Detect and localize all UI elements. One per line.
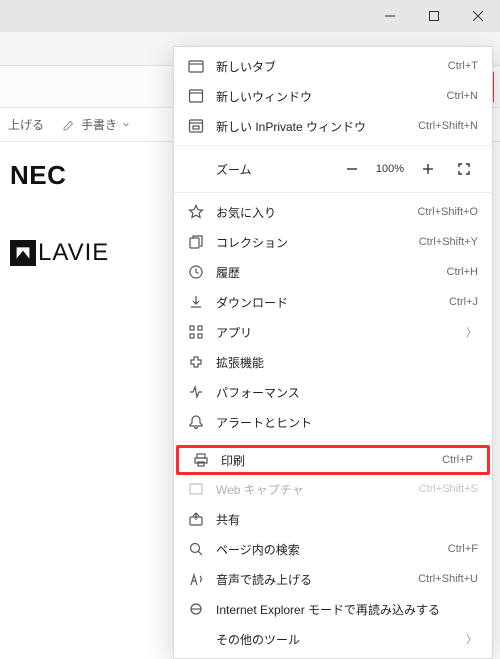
menu-label: アラートとヒント (216, 414, 478, 431)
menu-print[interactable]: 印刷 Ctrl+P (176, 445, 490, 475)
menu-new-inprivate[interactable]: 新しい InPrivate ウィンドウ Ctrl+Shift+N (174, 111, 492, 141)
menu-shortcut: Ctrl+Shift+S (419, 483, 478, 495)
menu-ie-mode[interactable]: Internet Explorer モードで再読み込みする (174, 594, 492, 624)
menu-label: 拡張機能 (216, 354, 478, 371)
print-icon (193, 452, 209, 468)
chevron-right-icon: 〉 (466, 631, 478, 647)
window-titlebar (0, 0, 500, 32)
menu-history[interactable]: 履歴 Ctrl+H (174, 257, 492, 287)
nec-logo: NEC (10, 160, 109, 191)
window-minimize-button[interactable] (368, 0, 412, 32)
settings-menu: 新しいタブ Ctrl+T 新しいウィンドウ Ctrl+N 新しい InPriva… (173, 46, 493, 659)
bell-icon (188, 414, 204, 430)
menu-label: その他のツール (216, 631, 454, 648)
menu-separator (174, 441, 492, 442)
fullscreen-button[interactable] (450, 155, 478, 183)
menu-shortcut: Ctrl+J (449, 296, 478, 308)
menu-downloads[interactable]: ダウンロード Ctrl+J (174, 287, 492, 317)
read-aloud-icon (188, 571, 204, 587)
menu-label: 共有 (216, 511, 478, 528)
menu-shortcut: Ctrl+Shift+O (417, 206, 478, 218)
web-capture-icon (188, 481, 204, 497)
menu-share[interactable]: 共有 (174, 504, 492, 534)
zoom-value: 100% (374, 163, 406, 175)
chevron-right-icon: 〉 (466, 324, 478, 340)
download-icon (188, 294, 204, 310)
zoom-out-button[interactable] (338, 155, 366, 183)
menu-shortcut: Ctrl+Shift+N (418, 120, 478, 132)
menu-label: コレクション (216, 234, 407, 251)
menu-shortcut: Ctrl+F (448, 543, 478, 555)
menu-shortcut: Ctrl+P (442, 454, 473, 466)
menu-shortcut: Ctrl+Shift+U (418, 573, 478, 585)
new-tab-icon (188, 58, 204, 74)
menu-label: アプリ (216, 324, 454, 341)
menu-label: Web キャプチャ (216, 481, 407, 498)
ie-icon (188, 601, 204, 617)
draw-button[interactable]: 手書き (62, 116, 130, 133)
read-aloud-label: 上げる (8, 116, 44, 133)
zoom-in-button[interactable] (414, 155, 442, 183)
menu-extensions[interactable]: 拡張機能 (174, 347, 492, 377)
menu-label: パフォーマンス (216, 384, 478, 401)
menu-apps[interactable]: アプリ 〉 (174, 317, 492, 347)
menu-read-aloud[interactable]: 音声で読み上げる Ctrl+Shift+U (174, 564, 492, 594)
history-icon (188, 264, 204, 280)
menu-zoom: ズーム 100% (174, 150, 492, 188)
menu-shortcut: Ctrl+Shift+Y (419, 236, 478, 248)
menu-label: 新しいタブ (216, 58, 436, 75)
menu-label: 新しいウィンドウ (216, 88, 435, 105)
menu-shortcut: Ctrl+N (447, 90, 478, 102)
extensions-icon (188, 354, 204, 370)
page-content: NEC LAVIE (10, 160, 109, 267)
menu-find[interactable]: ページ内の検索 Ctrl+F (174, 534, 492, 564)
lavie-text: LAVIE (38, 239, 109, 267)
zoom-label: ズーム (188, 161, 330, 178)
inprivate-icon (188, 118, 204, 134)
menu-new-window[interactable]: 新しいウィンドウ Ctrl+N (174, 81, 492, 111)
lavie-logo: LAVIE (10, 239, 109, 267)
menu-web-capture[interactable]: Web キャプチャ Ctrl+Shift+S (174, 474, 492, 504)
blank-icon (188, 631, 204, 647)
menu-alerts[interactable]: アラートとヒント (174, 407, 492, 437)
share-icon (188, 511, 204, 527)
menu-favorites[interactable]: お気に入り Ctrl+Shift+O (174, 197, 492, 227)
menu-label: 印刷 (221, 452, 430, 469)
star-icon (188, 204, 204, 220)
menu-label: 履歴 (216, 264, 435, 281)
menu-label: ダウンロード (216, 294, 437, 311)
collections-icon (188, 234, 204, 250)
performance-icon (188, 384, 204, 400)
menu-label: ページ内の検索 (216, 541, 436, 558)
window-close-button[interactable] (456, 0, 500, 32)
menu-performance[interactable]: パフォーマンス (174, 377, 492, 407)
menu-new-tab[interactable]: 新しいタブ Ctrl+T (174, 51, 492, 81)
new-window-icon (188, 88, 204, 104)
apps-icon (188, 324, 204, 340)
search-icon (188, 541, 204, 557)
window-maximize-button[interactable] (412, 0, 456, 32)
menu-label: お気に入り (216, 204, 405, 221)
menu-separator (174, 192, 492, 193)
menu-shortcut: Ctrl+H (447, 266, 478, 278)
menu-more-tools[interactable]: その他のツール 〉 (174, 624, 492, 654)
menu-separator (174, 145, 492, 146)
menu-shortcut: Ctrl+T (448, 60, 478, 72)
menu-label: 音声で読み上げる (216, 571, 406, 588)
menu-label: 新しい InPrivate ウィンドウ (216, 118, 406, 135)
menu-collections[interactable]: コレクション Ctrl+Shift+Y (174, 227, 492, 257)
menu-label: Internet Explorer モードで再読み込みする (216, 601, 478, 618)
lavie-mark-icon (10, 240, 36, 266)
